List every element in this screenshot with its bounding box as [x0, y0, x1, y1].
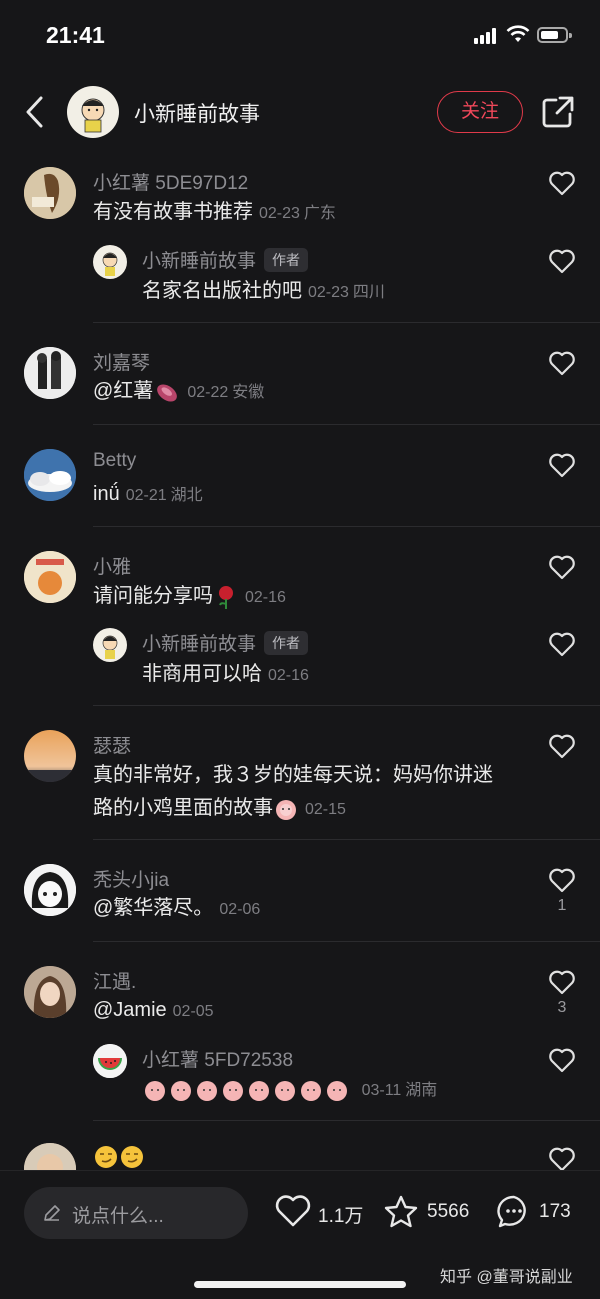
wifi-icon [506, 25, 530, 42]
divider [93, 705, 600, 706]
peach-emoji-icon [275, 1080, 295, 1101]
author-tag: 作者 [264, 631, 309, 655]
home-indicator[interactable] [194, 1281, 406, 1288]
comment-text: 请问能分享吗 02-16 [93, 580, 286, 614]
comment-text: inǘ 02-21 湖北 [93, 483, 203, 505]
comment-text: @红薯 02-22 安徽 [93, 375, 264, 409]
comment-username[interactable]: Betty [93, 450, 136, 472]
like-count: 3 [557, 999, 567, 1016]
comment-input-placeholder: 说点什么... [72, 1206, 164, 1227]
comment-username[interactable]: 刘嘉琴 [93, 348, 150, 375]
watermark: 知乎 @董哥说副业 [440, 1269, 573, 1286]
comment-username[interactable]: 秃头小jia [93, 865, 169, 892]
comment-username[interactable]: 小雅 [93, 552, 131, 579]
peach-emoji-icon [145, 1080, 165, 1101]
comment-text: @Jamie 02-05 [93, 999, 214, 1021]
heart-icon [275, 1195, 311, 1227]
smirk-emoji-icon [95, 1145, 117, 1168]
like-icon[interactable] [548, 554, 576, 580]
like-icon[interactable] [548, 452, 576, 478]
battery-icon [537, 27, 572, 43]
channel-name: 小新睡前故事 [134, 103, 260, 126]
like-count: 1.1万 [318, 1206, 364, 1227]
peach-emoji-icon [301, 1080, 321, 1101]
pencil-icon [44, 1205, 60, 1221]
comment-username[interactable]: 小红薯 5DE97D12 [93, 168, 248, 195]
author-tag: 作者 [264, 248, 309, 272]
status-bar: 21:41 [0, 0, 600, 72]
bottom-bar: 说点什么... 1.1万 5566 173 知乎 @董哥说副业 [0, 1170, 600, 1299]
comment-username[interactable]: 瑟瑟 [93, 731, 131, 758]
like-icon[interactable] [548, 170, 576, 196]
like-icon[interactable] [548, 350, 576, 376]
comment-count: 173 [539, 1201, 571, 1222]
avatar[interactable] [24, 551, 76, 603]
comment-text: 真的非常好，我３岁的娃每天说：妈妈你讲迷 [93, 764, 493, 786]
comment-text: @繁华落尽。 02-06 [93, 897, 261, 919]
like-button[interactable]: 1.1万 [274, 1193, 364, 1233]
divider [93, 941, 600, 942]
avatar[interactable] [24, 730, 76, 782]
avatar[interactable] [24, 966, 76, 1018]
like-icon[interactable] [548, 867, 576, 893]
follow-button[interactable]: 关注 [437, 91, 523, 133]
avatar[interactable] [93, 628, 127, 662]
peach-emoji-icon [197, 1080, 217, 1101]
avatar[interactable] [24, 449, 76, 501]
header: 小新睡前故事 关注 [0, 76, 600, 148]
cellular-signal-icon [474, 28, 500, 44]
back-button[interactable] [20, 94, 50, 130]
status-time: 21:41 [46, 22, 105, 48]
comment-text: 非商用可以哈 02-16 [142, 663, 309, 685]
like-icon[interactable] [548, 969, 576, 995]
divider [93, 1120, 600, 1121]
comment-text: 名家名出版社的吧 02-23 四川 [142, 280, 385, 302]
comment-list: 小红薯 5DE97D12 有没有故事书推荐 02-23 广东 小新睡前故事 作者 名家… [0, 160, 600, 1170]
comment-input[interactable]: 说点什么... [24, 1187, 248, 1239]
favorite-count: 5566 [427, 1201, 470, 1222]
peach-emoji-icon [171, 1080, 191, 1101]
divider [93, 526, 600, 527]
channel-avatar[interactable] [67, 86, 119, 138]
comment-button[interactable]: 173 [495, 1193, 585, 1233]
like-icon[interactable] [548, 1047, 576, 1073]
peach-emoji-icon [249, 1080, 269, 1101]
share-icon[interactable] [540, 94, 576, 130]
comment-bubble-icon [497, 1195, 526, 1228]
smirk-emoji-icon [121, 1145, 143, 1168]
divider [93, 424, 600, 425]
comment-username[interactable]: 江遇. [93, 967, 136, 994]
divider [93, 322, 600, 323]
rose-emoji-icon [219, 585, 233, 609]
peach-emoji-row [142, 1078, 356, 1101]
star-icon [384, 1195, 418, 1228]
avatar[interactable] [24, 347, 76, 399]
peach-emoji-icon [223, 1080, 243, 1101]
like-icon[interactable] [548, 1146, 576, 1170]
comment-text-line-2: 路的小鸡里面的故事 02-15 [93, 792, 346, 826]
avatar[interactable] [24, 1143, 76, 1170]
comment-username[interactable]: 小新睡前故事 作者 [142, 246, 309, 273]
peach-emoji-icon [327, 1080, 347, 1101]
avatar[interactable] [93, 245, 127, 279]
avatar[interactable] [24, 864, 76, 916]
comment-text: 有没有故事书推荐 02-23 广东 [93, 201, 336, 223]
avatar[interactable] [24, 167, 76, 219]
divider [93, 839, 600, 840]
comment-username[interactable]: 小红薯 5FD72538 [142, 1045, 293, 1072]
avatar[interactable] [93, 1044, 127, 1078]
favorite-button[interactable]: 5566 [382, 1193, 482, 1233]
sweet-potato-emoji-icon [157, 384, 178, 402]
like-icon[interactable] [548, 248, 576, 274]
peach-emoji-icon [276, 799, 296, 820]
like-icon[interactable] [548, 631, 576, 657]
like-count: 1 [557, 897, 567, 914]
comment-text: 03-11 湖南 [142, 1073, 437, 1107]
like-icon[interactable] [548, 733, 576, 759]
comment-username[interactable]: 小新睡前故事 作者 [142, 629, 309, 656]
comment-text [93, 1140, 145, 1170]
